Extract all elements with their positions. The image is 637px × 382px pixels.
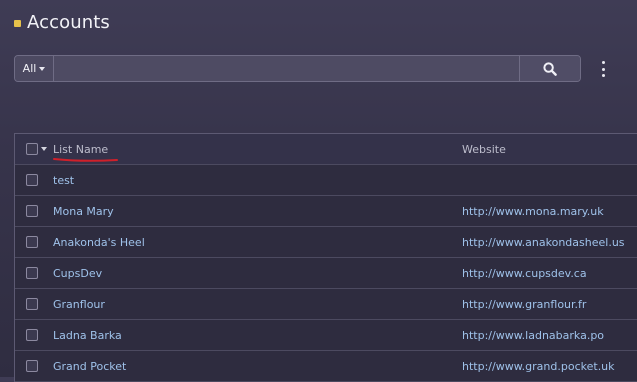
column-header-list-name[interactable]: List Name: [53, 143, 462, 156]
scope-dropdown[interactable]: All: [15, 56, 54, 81]
accounts-table: List Name Website test Mona Mary http://…: [14, 133, 637, 382]
website-link[interactable]: http://www.cupsdev.ca: [462, 267, 587, 280]
column-header-website[interactable]: Website: [462, 143, 506, 156]
row-checkbox[interactable]: [26, 267, 38, 279]
table-header-row: List Name Website: [15, 134, 637, 165]
table-row[interactable]: Anakonda's Heel http://www.anakondasheel…: [15, 227, 637, 258]
website-link[interactable]: http://www.anakondasheel.us: [462, 236, 625, 249]
select-all-checkbox[interactable]: [26, 143, 38, 155]
account-name-link[interactable]: CupsDev: [53, 267, 462, 280]
account-name-link[interactable]: Grand Pocket: [53, 360, 462, 373]
table-row[interactable]: Grand Pocket http://www.grand.pocket.uk: [15, 351, 637, 382]
table-row[interactable]: test: [15, 165, 637, 196]
account-name-link[interactable]: Ladna Barka: [53, 329, 462, 342]
search-button[interactable]: [519, 56, 580, 81]
search-icon: [543, 61, 557, 76]
row-checkbox[interactable]: [26, 329, 38, 341]
kebab-menu-icon[interactable]: [599, 61, 607, 77]
scope-label: All: [22, 62, 37, 75]
table-row[interactable]: Granflour http://www.granflour.fr: [15, 289, 637, 320]
row-checkbox[interactable]: [26, 236, 38, 248]
page-header: Accounts: [14, 12, 110, 33]
page-title: Accounts: [27, 12, 110, 33]
account-name-link[interactable]: Anakonda's Heel: [53, 236, 462, 249]
row-checkbox[interactable]: [26, 174, 38, 186]
website-link[interactable]: http://www.granflour.fr: [462, 298, 586, 311]
row-checkbox[interactable]: [26, 205, 38, 217]
chevron-down-icon: [39, 67, 46, 71]
website-link[interactable]: http://www.mona.mary.uk: [462, 205, 604, 218]
table-row[interactable]: CupsDev http://www.cupsdev.ca: [15, 258, 637, 289]
row-checkbox[interactable]: [26, 360, 38, 372]
account-name-link[interactable]: Mona Mary: [53, 205, 462, 218]
square-marker-icon: [14, 19, 21, 27]
chevron-down-icon[interactable]: [41, 147, 47, 151]
table-row[interactable]: Ladna Barka http://www.ladnabarka.po: [15, 320, 637, 351]
red-underline-annotation: [53, 158, 118, 162]
account-name-link[interactable]: Granflour: [53, 298, 462, 311]
search-input[interactable]: [54, 56, 519, 81]
row-checkbox[interactable]: [26, 298, 38, 310]
search-bar: All: [14, 55, 581, 82]
website-link[interactable]: http://www.grand.pocket.uk: [462, 360, 615, 373]
account-name-link[interactable]: test: [53, 174, 462, 187]
header-checkbox-cell: [15, 143, 53, 155]
table-row[interactable]: Mona Mary http://www.mona.mary.uk: [15, 196, 637, 227]
website-link[interactable]: http://www.ladnabarka.po: [462, 329, 604, 342]
